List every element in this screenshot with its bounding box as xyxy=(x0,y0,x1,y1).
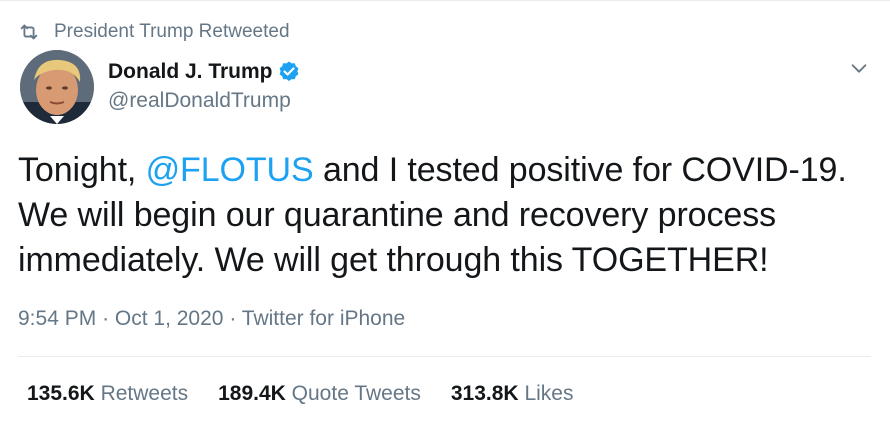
tweet-meta: 9:54 PM · Oct 1, 2020 · Twitter for iPho… xyxy=(18,307,405,331)
tweet-text: Tonight, @FLOTUS and I tested positive f… xyxy=(18,148,868,283)
stat-quote-tweets[interactable]: 189.4K Quote Tweets xyxy=(218,382,421,406)
tweet-date[interactable]: Oct 1, 2020 xyxy=(115,307,224,330)
stat-count: 189.4K xyxy=(218,382,286,405)
avatar[interactable] xyxy=(20,50,94,124)
retweet-icon xyxy=(20,24,38,40)
tweet-source[interactable]: Twitter for iPhone xyxy=(242,307,405,330)
stat-likes[interactable]: 313.8K Likes xyxy=(451,382,574,406)
social-context[interactable]: President Trump Retweeted xyxy=(18,21,290,43)
meta-separator: · xyxy=(102,307,110,330)
display-name[interactable]: Donald J. Trump xyxy=(108,60,273,84)
divider xyxy=(18,356,871,357)
stat-label: Quote Tweets xyxy=(291,382,421,405)
meta-separator: · xyxy=(229,307,237,330)
tweet-card: President Trump Retweeted Donald J. Trum… xyxy=(0,0,890,429)
stat-retweets[interactable]: 135.6K Retweets xyxy=(27,382,188,406)
stat-count: 313.8K xyxy=(450,382,519,405)
author-handle[interactable]: @realDonaldTrump xyxy=(108,89,291,113)
tweet-stats: 135.6K Retweets 189.4K Quote Tweets 313.… xyxy=(27,382,603,406)
chevron-down-icon[interactable] xyxy=(848,57,870,79)
tweet-time[interactable]: 9:54 PM xyxy=(18,307,96,330)
avatar-photo xyxy=(20,50,94,124)
tweet-text-before: Tonight, xyxy=(18,151,146,189)
stat-label: Retweets xyxy=(100,382,189,405)
verified-badge-icon xyxy=(279,61,298,81)
stat-count: 135.6K xyxy=(27,382,95,405)
stat-label: Likes xyxy=(524,382,574,405)
social-context-label: President Trump Retweeted xyxy=(54,21,290,42)
author-name-row[interactable]: Donald J. Trump xyxy=(108,60,301,84)
mention-link[interactable]: @FLOTUS xyxy=(146,151,314,189)
